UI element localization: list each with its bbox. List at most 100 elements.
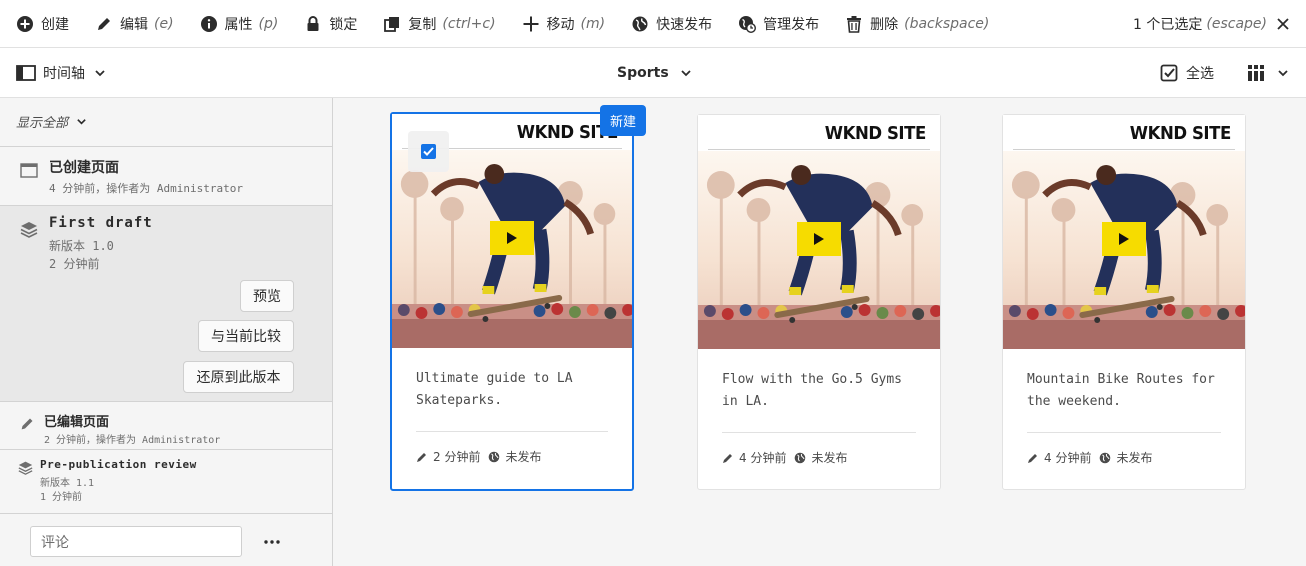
- compare-button[interactable]: 与当前比较: [198, 320, 294, 352]
- divider: [1013, 149, 1235, 150]
- layers-icon: [18, 461, 33, 475]
- copy-button[interactable]: 复制 (ctrl+c): [383, 0, 496, 48]
- timeline-item-meta: 4 分钟前，操作者为 Administrator: [49, 182, 243, 195]
- manage-publication-button[interactable]: 管理发布: [738, 0, 819, 48]
- selection-hint: (escape): [1206, 16, 1267, 32]
- divider: [0, 513, 332, 514]
- timeline-item[interactable]: Pre-publication review 新版本 1.1 1 分钟前: [0, 450, 332, 512]
- timeline-filter[interactable]: 显示全部: [16, 112, 87, 131]
- copy-hint: (ctrl+c): [442, 15, 496, 32]
- divider: [416, 431, 608, 432]
- card-title: Mountain Bike Routes for the weekend.: [1027, 372, 1215, 409]
- selection-info: 1 个已选定 (escape): [1133, 0, 1290, 48]
- comment-input[interactable]: [30, 526, 242, 557]
- crowd: [698, 304, 940, 349]
- timeline-item-time: 2 分钟前: [49, 257, 100, 271]
- properties-hint: (p): [258, 15, 279, 32]
- timeline-item-title: 已创建页面: [49, 160, 119, 176]
- lock-icon: [307, 15, 319, 31]
- play-icon: [507, 232, 517, 244]
- copy-label: 复制: [408, 16, 437, 33]
- card-publish-status: 未发布: [505, 450, 542, 464]
- properties-button[interactable]: 属性 (p): [200, 0, 279, 48]
- card-meta: 4 分钟前 未发布: [1027, 449, 1152, 466]
- timeline-item-meta: 2 分钟前，操作者为 Administrator: [44, 435, 221, 446]
- page-icon: [20, 163, 38, 178]
- move-label: 移动: [546, 16, 575, 33]
- timeline-filter-label: 显示全部: [16, 116, 69, 131]
- lock-label: 锁定: [329, 16, 358, 33]
- page-card[interactable]: WKND SITE Flow with the Go.5 Gyms in LA.…: [697, 114, 941, 490]
- card-thumbnail: WKND SITE: [698, 115, 940, 349]
- edit-label: 编辑: [120, 16, 148, 33]
- timeline-item-title: Pre-publication review: [40, 458, 197, 471]
- pencil-icon: [723, 453, 732, 463]
- rail-icon: [16, 65, 36, 81]
- plus-circle-icon: [17, 15, 33, 32]
- divider: [722, 432, 916, 433]
- checkbox-checked: [421, 144, 436, 159]
- timeline-item-version: 新版本 1.0: [49, 239, 114, 253]
- globe-icon: [1100, 452, 1111, 463]
- breadcrumb[interactable]: Sports: [617, 48, 692, 98]
- card-publish-status: 未发布: [811, 451, 848, 465]
- site-logo: WKND SITE: [1129, 123, 1231, 144]
- view-switcher[interactable]: [1247, 48, 1289, 98]
- lock-button[interactable]: 锁定: [304, 0, 357, 48]
- rail-toggle-button[interactable]: 时间轴: [16, 48, 106, 98]
- breadcrumb-label: Sports: [617, 65, 669, 81]
- crowd: [392, 303, 632, 348]
- pencil-icon: [417, 452, 426, 462]
- edit-hint: (e): [154, 15, 174, 32]
- play-button[interactable]: [490, 221, 534, 255]
- timeline-item[interactable]: 已创建页面 4 分钟前，操作者为 Administrator: [0, 147, 332, 205]
- info-icon: [200, 15, 217, 32]
- card-modified: 4 分钟前: [1044, 451, 1092, 465]
- card-title: Ultimate guide to LA Skateparks.: [416, 371, 573, 408]
- quick-publish-button[interactable]: 快速发布: [631, 0, 712, 48]
- layers-icon: [20, 222, 38, 238]
- page-card[interactable]: WKND SITE Ultimate guide to LA Skatepark…: [390, 112, 634, 491]
- create-button[interactable]: 创建: [16, 0, 69, 48]
- card-meta: 4 分钟前 未发布: [722, 449, 847, 466]
- sub-bar: 时间轴 Sports 全选: [0, 48, 1306, 98]
- card-publish-status: 未发布: [1116, 451, 1153, 465]
- copy-icon: [384, 16, 400, 32]
- globe-clock-icon: [739, 15, 757, 33]
- revert-button[interactable]: 还原到此版本: [183, 361, 294, 393]
- globe-icon: [632, 16, 648, 31]
- globe-icon: [489, 451, 500, 462]
- move-button[interactable]: 移动 (m): [522, 0, 605, 48]
- timeline-item[interactable]: 已编辑页面 2 分钟前，操作者为 Administrator: [0, 402, 332, 448]
- timeline-item-title: First draft: [49, 215, 153, 231]
- preview-button[interactable]: 预览: [240, 280, 294, 312]
- new-badge: 新建: [600, 105, 646, 136]
- close-icon[interactable]: [1276, 17, 1290, 31]
- play-button[interactable]: [797, 222, 841, 256]
- select-all-label: 全选: [1186, 66, 1214, 82]
- timeline-rail: 显示全部 已创建页面 4 分钟前，操作者为 Administrator Firs…: [0, 98, 333, 566]
- quick-publish-label: 快速发布: [656, 16, 713, 33]
- card-title: Flow with the Go.5 Gyms in LA.: [722, 372, 903, 409]
- edit-button[interactable]: 编辑 (e): [95, 0, 174, 48]
- select-all-button[interactable]: 全选: [1160, 48, 1214, 98]
- delete-button[interactable]: 删除 (backspace): [845, 0, 989, 48]
- divider: [708, 149, 930, 150]
- page-card[interactable]: WKND SITE Mountain Bike Routes for the w…: [1002, 114, 1246, 490]
- more-options-button[interactable]: [258, 528, 286, 556]
- create-label: 创建: [41, 16, 69, 33]
- trash-icon: [847, 15, 862, 33]
- timeline-item-title: 已编辑页面: [44, 415, 110, 430]
- rail-toggle-label: 时间轴: [43, 66, 85, 82]
- timeline-item-expanded[interactable]: First draft 新版本 1.0 2 分钟前 预览 与当前比较 还原到此版…: [0, 206, 332, 401]
- action-bar: 创建 编辑 (e) 属性 (p) 锁定 复制 (ctrl+c) 移动 (m) 快速发布 …: [0, 0, 1306, 48]
- globe-icon: [795, 452, 806, 463]
- selection-count: 1 个已选定: [1133, 17, 1203, 33]
- play-button[interactable]: [1102, 222, 1146, 256]
- site-logo: WKND SITE: [824, 123, 926, 144]
- card-select-checkbox[interactable]: [408, 131, 449, 172]
- pencil-icon: [21, 418, 33, 430]
- manage-publication-label: 管理发布: [763, 16, 820, 33]
- card-thumbnail: WKND SITE: [1003, 115, 1245, 349]
- chevron-down-icon: [681, 70, 691, 77]
